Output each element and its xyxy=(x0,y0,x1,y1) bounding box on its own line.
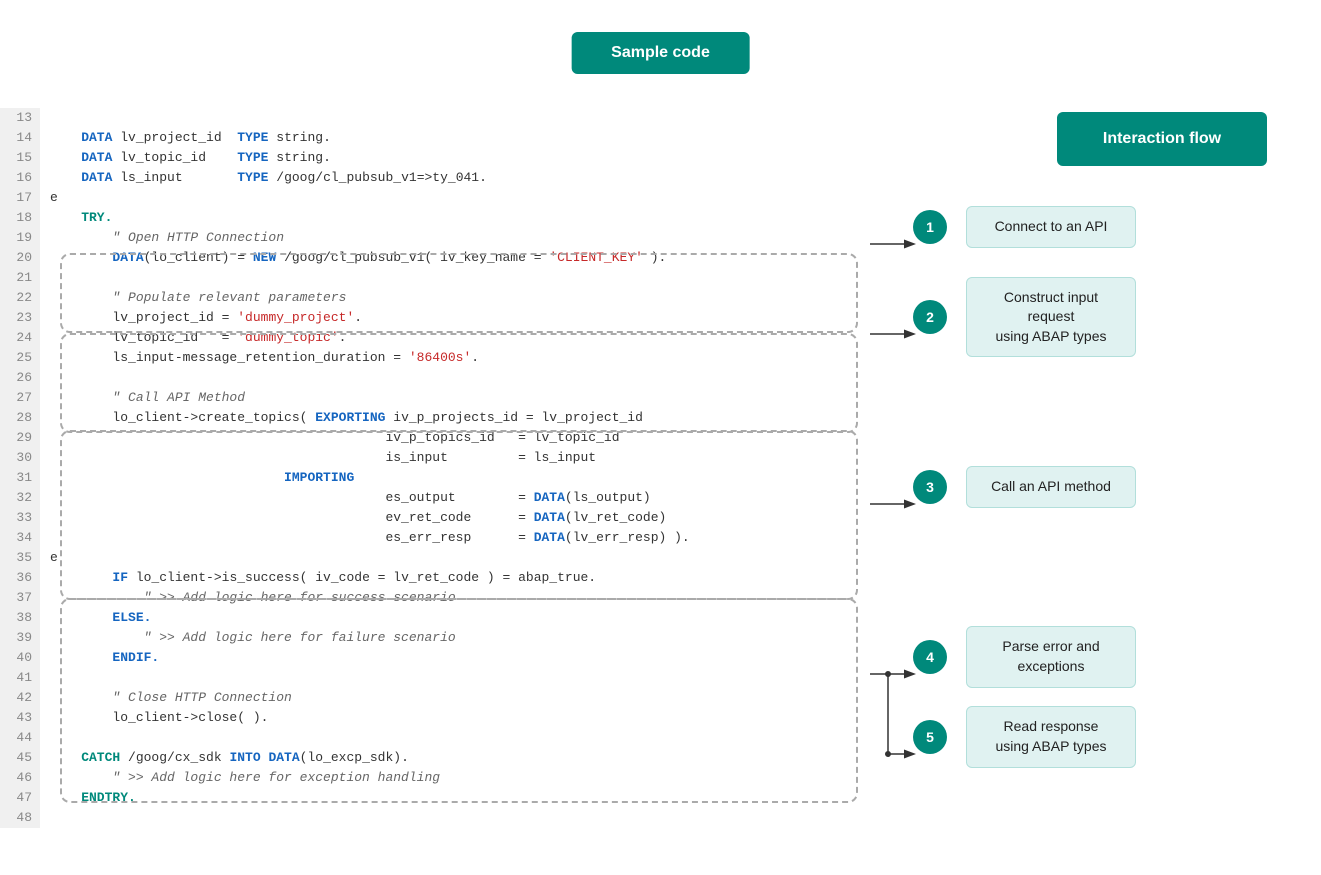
line-number: 14 xyxy=(0,128,40,148)
line-number: 15 xyxy=(0,148,40,168)
code-line xyxy=(40,108,50,128)
code-line: " >> Add logic here for success scenario xyxy=(40,588,456,608)
flow-bubble-5: 5 xyxy=(913,720,947,754)
line-number: 19 xyxy=(0,228,40,248)
line-number: 18 xyxy=(0,208,40,228)
line-number: 13 xyxy=(0,108,40,128)
line-number: 31 xyxy=(0,468,40,488)
line-number: 44 xyxy=(0,728,40,748)
code-line: DATA ls_input TYPE /goog/cl_pubsub_v1=>t… xyxy=(40,168,487,188)
code-line: ev_ret_code = DATA(lv_ret_code) xyxy=(40,508,666,528)
code-line xyxy=(40,808,50,828)
line-number: 37 xyxy=(0,588,40,608)
line-number: 33 xyxy=(0,508,40,528)
code-line xyxy=(40,268,50,288)
line-number: 36 xyxy=(0,568,40,588)
line-number: 42 xyxy=(0,688,40,708)
line-number: 45 xyxy=(0,748,40,768)
code-line: CATCH /goog/cx_sdk INTO DATA(lo_excp_sdk… xyxy=(40,748,409,768)
code-line: e xyxy=(40,188,58,208)
code-line: " >> Add logic here for exception handli… xyxy=(40,768,440,788)
line-number: 16 xyxy=(0,168,40,188)
code-line: lo_client->close( ). xyxy=(40,708,268,728)
code-line: ls_input-message_retention_duration = '8… xyxy=(40,348,479,368)
line-number: 25 xyxy=(0,348,40,368)
flow-bubble-2: 2 xyxy=(913,300,947,334)
code-line: IMPORTING xyxy=(40,468,354,488)
code-line: " >> Add logic here for failure scenario xyxy=(40,628,456,648)
line-number: 32 xyxy=(0,488,40,508)
code-line: is_input = ls_input xyxy=(40,448,596,468)
code-line xyxy=(40,368,50,388)
line-number: 23 xyxy=(0,308,40,328)
flow-bubble-4: 4 xyxy=(913,640,947,674)
line-number: 35 xyxy=(0,548,40,568)
code-line xyxy=(40,728,50,748)
flow-label-3: Call an API method xyxy=(966,466,1136,508)
line-number: 21 xyxy=(0,268,40,288)
line-number: 24 xyxy=(0,328,40,348)
code-line: ENDIF. xyxy=(40,648,159,668)
code-line: es_output = DATA(ls_output) xyxy=(40,488,651,508)
code-line: IF lo_client->is_success( iv_code = lv_r… xyxy=(40,568,596,588)
line-number: 46 xyxy=(0,768,40,788)
line-number: 26 xyxy=(0,368,40,388)
code-line: DATA lv_project_id TYPE string. xyxy=(40,128,331,148)
sample-code-button[interactable]: Sample code xyxy=(571,32,750,74)
page: Sample code Interaction flow 1314 DATA l… xyxy=(0,0,1321,810)
flow-bubble-1: 1 xyxy=(913,210,947,244)
line-number: 38 xyxy=(0,608,40,628)
code-line: " Open HTTP Connection xyxy=(40,228,284,248)
line-number: 17 xyxy=(0,188,40,208)
code-line: ENDTRY. xyxy=(40,788,136,808)
interaction-flow-button[interactable]: Interaction flow xyxy=(1057,112,1267,166)
code-line: lv_topic_id = 'dummy_topic'. xyxy=(40,328,346,348)
code-line: DATA(lo_client) = NEW /goog/cl_pubsub_v1… xyxy=(40,248,666,268)
code-line: TRY. xyxy=(40,208,112,228)
line-number: 47 xyxy=(0,788,40,808)
flow-label-5: Read responseusing ABAP types xyxy=(966,706,1136,767)
line-number: 39 xyxy=(0,628,40,648)
line-number: 20 xyxy=(0,248,40,268)
line-number: 43 xyxy=(0,708,40,728)
flow-label-1: Connect to an API xyxy=(966,206,1136,248)
code-line: es_err_resp = DATA(lv_err_resp) ). xyxy=(40,528,690,548)
line-number: 29 xyxy=(0,428,40,448)
code-line: " Close HTTP Connection xyxy=(40,688,292,708)
code-line: e xyxy=(40,548,58,568)
line-number: 34 xyxy=(0,528,40,548)
line-number: 40 xyxy=(0,648,40,668)
code-line: lo_client->create_topics( EXPORTING iv_p… xyxy=(40,408,643,428)
line-number: 41 xyxy=(0,668,40,688)
code-area: 1314 DATA lv_project_id TYPE string.15 D… xyxy=(0,108,875,828)
code-line: lv_project_id = 'dummy_project'. xyxy=(40,308,362,328)
code-line xyxy=(40,668,50,688)
code-line: " Call API Method xyxy=(40,388,245,408)
line-number: 22 xyxy=(0,288,40,308)
line-number: 30 xyxy=(0,448,40,468)
line-number: 27 xyxy=(0,388,40,408)
code-line: iv_p_topics_id = lv_topic_id xyxy=(40,428,620,448)
code-line: DATA lv_topic_id TYPE string. xyxy=(40,148,331,168)
flow-label-4: Parse error andexceptions xyxy=(966,626,1136,687)
flow-bubble-3: 3 xyxy=(913,470,947,504)
line-number: 28 xyxy=(0,408,40,428)
code-line: " Populate relevant parameters xyxy=(40,288,346,308)
code-line: ELSE. xyxy=(40,608,151,628)
flow-label-2: Construct input requestusing ABAP types xyxy=(966,277,1136,358)
line-number: 48 xyxy=(0,808,40,828)
